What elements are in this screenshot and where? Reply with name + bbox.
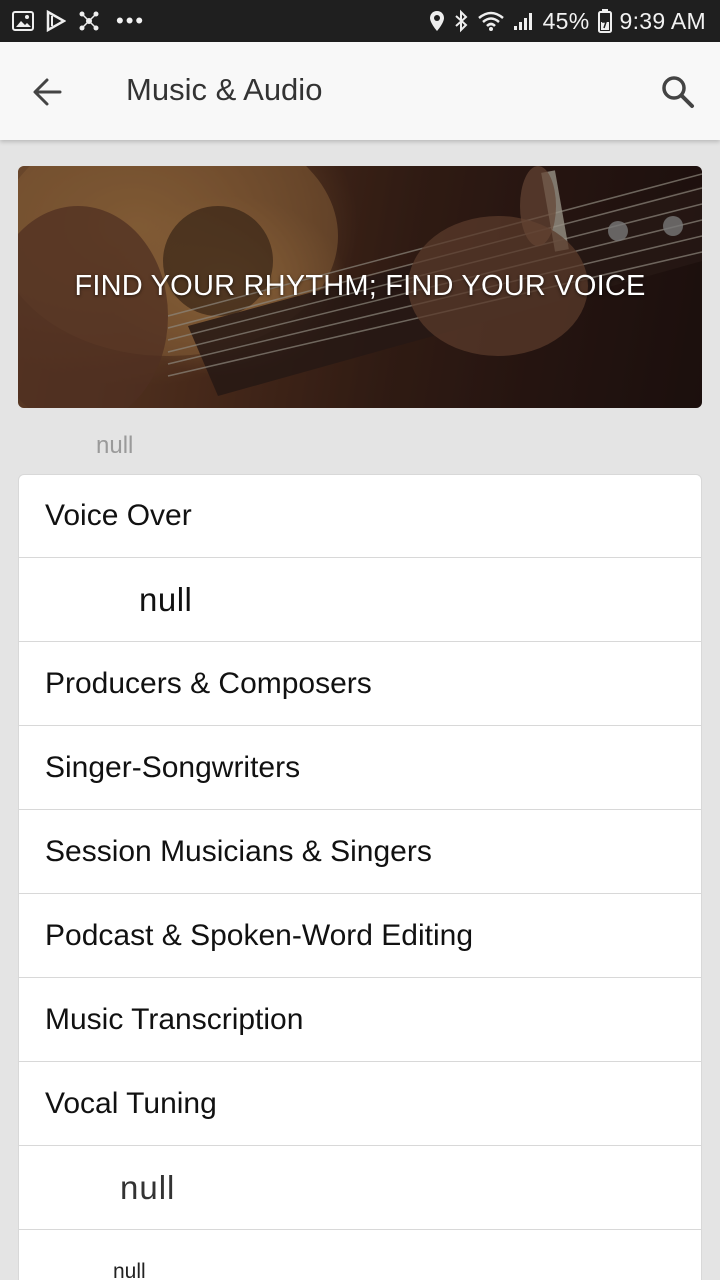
wifi-icon <box>477 10 505 32</box>
list-item-podcast-editing[interactable]: Podcast & Spoken-Word Editing <box>19 894 701 978</box>
page-title: Music & Audio <box>126 72 323 107</box>
signal-icon <box>513 11 535 31</box>
list-item-label: Voice Over <box>45 499 192 532</box>
list-item-label: Producers & Composers <box>45 666 372 700</box>
list-item-label: Podcast & Spoken-Word Editing <box>45 918 474 952</box>
battery-icon <box>597 9 612 33</box>
list-item-label: Vocal Tuning <box>45 1086 217 1120</box>
back-button[interactable] <box>30 74 66 110</box>
back-arrow-icon <box>33 78 62 106</box>
list-item-label: Singer-Songwriters <box>45 750 301 784</box>
download-icon <box>46 10 66 32</box>
search-button[interactable] <box>658 72 698 112</box>
list-item-producers-composers[interactable]: Producers & Composers <box>19 642 701 726</box>
app-bar: Music & Audio <box>0 42 720 140</box>
list-item-null[interactable]: null <box>19 1230 701 1280</box>
more-notifications: ••• <box>116 8 146 33</box>
status-bar: ••• 45% 9:39 AM <box>0 0 720 42</box>
category-list: Voice Over null Producers & Composers Si… <box>18 474 702 1280</box>
clock: 9:39 AM <box>619 7 706 34</box>
list-item-label: Session Musicians & Singers <box>45 834 432 868</box>
section-label: null <box>96 432 134 459</box>
location-icon <box>429 10 445 32</box>
list-item-null[interactable]: null <box>19 558 701 642</box>
list-item-session-musicians[interactable]: Session Musicians & Singers <box>19 810 701 894</box>
list-item-label: null <box>139 580 193 618</box>
hub-icon <box>78 10 100 32</box>
list-item-music-transcription[interactable]: Music Transcription <box>19 978 701 1062</box>
list-item-label: null <box>120 1168 176 1206</box>
list-item-voice-over[interactable]: Voice Over <box>19 475 701 558</box>
list-item-label: Music Transcription <box>45 1002 304 1036</box>
list-item-null[interactable]: null <box>19 1146 701 1230</box>
hero-headline: FIND YOUR RHYTHM; FIND YOUR VOICE <box>74 270 646 302</box>
search-icon <box>662 76 694 108</box>
gallery-icon <box>12 11 34 31</box>
hero-banner[interactable]: FIND YOUR RHYTHM; FIND YOUR VOICE <box>18 166 702 408</box>
list-item-label: null <box>113 1259 146 1280</box>
battery-percent: 45% <box>542 7 590 34</box>
list-item-vocal-tuning[interactable]: Vocal Tuning <box>19 1062 701 1146</box>
bluetooth-icon <box>453 9 469 33</box>
list-item-singer-songwriters[interactable]: Singer-Songwriters <box>19 726 701 810</box>
